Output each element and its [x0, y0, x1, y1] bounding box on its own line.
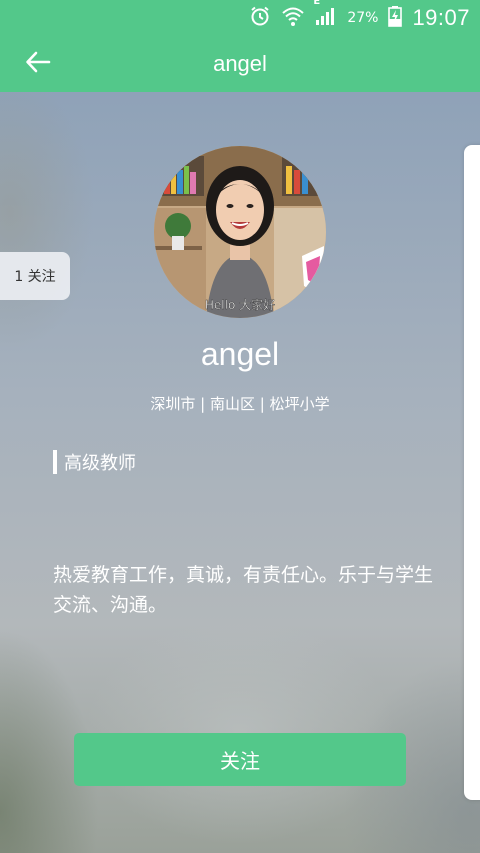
follow-button[interactable]: 关注: [74, 733, 406, 786]
status-bar: E 27% 19:07: [0, 0, 480, 35]
follow-button-label: 关注: [220, 749, 260, 773]
profile-name: angel: [200, 336, 280, 372]
side-panel-edge[interactable]: [464, 145, 480, 800]
battery-percent: 27%: [347, 9, 379, 26]
wifi-icon: [281, 5, 305, 31]
rank-label: 高级教师: [64, 453, 136, 474]
following-count-label: 1 关注: [14, 269, 56, 285]
rank-marker: [53, 450, 57, 474]
profile-bio: 热爱教育工作，真诚，有责任心。乐于与学生交流、沟通。: [53, 564, 434, 616]
page-title: angel: [213, 51, 267, 76]
alarm-icon: [249, 5, 271, 31]
teacher-rank: 高级教师: [53, 450, 136, 474]
battery-charging-icon: [388, 5, 403, 31]
avatar[interactable]: Hello 大家好: [154, 146, 326, 318]
clock-time: 19:07: [412, 4, 470, 30]
profile-location: 深圳市 | 南山区 | 松坪小学: [150, 395, 330, 413]
app-bar: angel: [0, 35, 480, 92]
signal-icon: E: [313, 0, 337, 30]
following-count-tab[interactable]: 1 关注: [0, 252, 70, 300]
network-type-label: E: [313, 0, 321, 7]
avatar-caption: Hello 大家好: [205, 297, 275, 312]
